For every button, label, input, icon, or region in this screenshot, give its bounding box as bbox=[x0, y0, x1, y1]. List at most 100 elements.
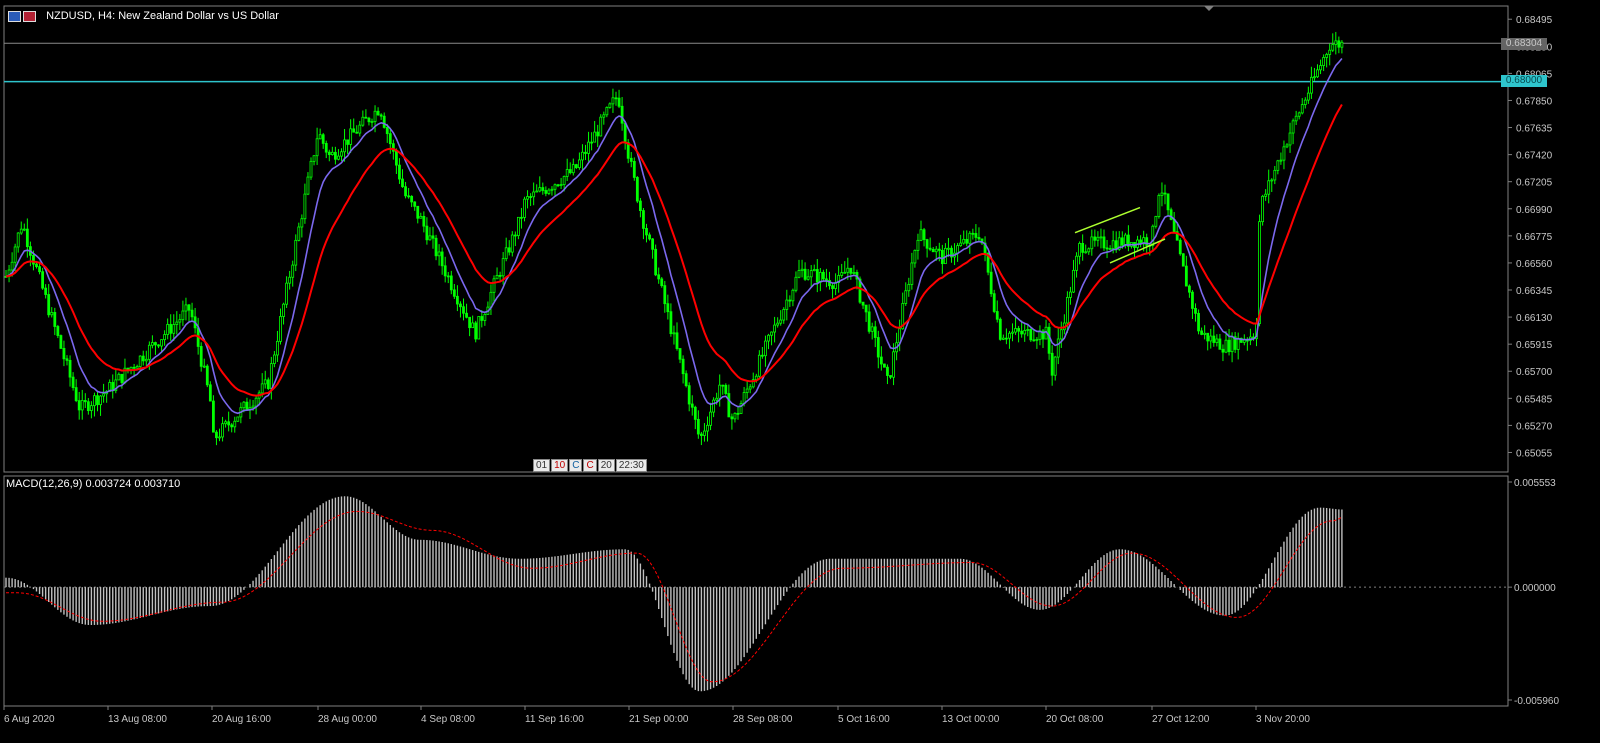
candle-body bbox=[730, 416, 734, 420]
candle-body bbox=[32, 254, 35, 265]
candle-body bbox=[321, 134, 325, 144]
toolbar-button-3[interactable]: C bbox=[569, 459, 583, 472]
candle-body bbox=[230, 424, 234, 428]
candle-body bbox=[1053, 356, 1057, 376]
candle-body bbox=[477, 316, 481, 340]
candle-body bbox=[617, 97, 621, 107]
candle-body bbox=[788, 299, 792, 302]
candle-body bbox=[776, 322, 780, 326]
candle-body bbox=[297, 226, 301, 241]
price-axis-label: 0.66560 bbox=[1516, 259, 1553, 270]
candle-body bbox=[962, 238, 966, 244]
candle-body bbox=[663, 285, 667, 305]
candle-body bbox=[700, 433, 703, 436]
candle-body bbox=[501, 258, 505, 277]
time-axis-label: 3 Nov 20:00 bbox=[1256, 714, 1310, 725]
candle-body bbox=[1273, 169, 1277, 181]
candle-body bbox=[568, 169, 572, 174]
level-price-tag[interactable]: 0.68000 bbox=[1501, 75, 1547, 87]
candle-body bbox=[1285, 144, 1289, 148]
candle-body bbox=[1005, 337, 1008, 340]
price-axis-label: 0.65700 bbox=[1516, 367, 1553, 378]
candle-body bbox=[1020, 330, 1024, 335]
candle-body bbox=[867, 311, 871, 332]
candle-body bbox=[16, 232, 20, 248]
candle-body bbox=[547, 189, 551, 194]
candle-body bbox=[132, 366, 136, 369]
candle-body bbox=[974, 233, 978, 238]
candle-body bbox=[971, 232, 975, 235]
chart-toolbar: 01 10 C C 20 22:30 bbox=[533, 459, 648, 472]
candle-body bbox=[215, 431, 218, 439]
price-axis-label: 0.67635 bbox=[1516, 124, 1553, 135]
candle-body bbox=[809, 270, 813, 278]
candle-body bbox=[166, 324, 170, 335]
candle-body bbox=[587, 141, 590, 154]
candle-body bbox=[883, 363, 886, 368]
candle-body bbox=[773, 324, 776, 333]
candle-body bbox=[446, 275, 450, 278]
toolbar-button-4[interactable]: C bbox=[583, 459, 597, 472]
candle-body bbox=[1096, 236, 1100, 241]
candle-body bbox=[163, 334, 167, 341]
toolbar-button-2[interactable]: 10 bbox=[551, 459, 569, 472]
candle-body bbox=[565, 169, 569, 177]
candle-body bbox=[388, 133, 392, 145]
toolbar-button-6[interactable]: 22:30 bbox=[615, 459, 647, 472]
candle-body bbox=[596, 131, 600, 137]
candle-body bbox=[419, 215, 423, 219]
candle-body bbox=[260, 383, 264, 394]
toolbar-button-1[interactable]: 01 bbox=[533, 459, 551, 472]
candle-body bbox=[245, 401, 249, 410]
candle-body bbox=[327, 151, 331, 156]
candle-body bbox=[1102, 236, 1106, 249]
candle-body bbox=[648, 234, 651, 240]
candle-body bbox=[681, 358, 685, 375]
candle-body bbox=[584, 151, 587, 154]
candle-body bbox=[608, 103, 612, 108]
candle-body bbox=[709, 411, 712, 426]
candle-body bbox=[1303, 99, 1307, 106]
toolbar-button-5[interactable]: 20 bbox=[597, 459, 615, 472]
price-axis-label: 0.65915 bbox=[1516, 340, 1553, 351]
candle-body bbox=[1099, 236, 1103, 239]
time-axis-label: 5 Oct 16:00 bbox=[838, 714, 890, 725]
candle-body bbox=[675, 332, 679, 349]
chart-canvas[interactable]: 0.684950.682800.680650.678500.676350.674… bbox=[0, 0, 1600, 743]
macd-axis-label: 0.000000 bbox=[1514, 583, 1556, 594]
candle-body bbox=[263, 379, 267, 385]
candle-body bbox=[1108, 248, 1112, 250]
candle-body bbox=[346, 139, 350, 145]
candle-body bbox=[1105, 247, 1109, 250]
candle-body bbox=[1023, 330, 1027, 335]
candle-body bbox=[398, 164, 401, 180]
candle-body bbox=[71, 376, 75, 388]
candle-body bbox=[916, 239, 920, 251]
candle-body bbox=[333, 151, 337, 160]
time-axis-label: 13 Oct 00:00 bbox=[942, 714, 1000, 725]
candle-body bbox=[1209, 335, 1213, 342]
candle-body bbox=[690, 403, 694, 408]
candle-body bbox=[1151, 225, 1155, 246]
candle-body bbox=[748, 386, 752, 390]
candle-body bbox=[47, 294, 51, 316]
candle-body bbox=[1206, 332, 1210, 342]
candle-body bbox=[370, 121, 374, 123]
candle-body bbox=[742, 392, 746, 405]
price-axis-label: 0.66345 bbox=[1516, 286, 1553, 297]
candle-body bbox=[1188, 285, 1191, 293]
candle-body bbox=[96, 395, 99, 406]
candle-body bbox=[288, 276, 292, 284]
candle-body bbox=[779, 319, 783, 324]
candle-body bbox=[526, 196, 529, 200]
candle-body bbox=[343, 139, 346, 153]
candle-body bbox=[1090, 236, 1094, 250]
candle-body bbox=[657, 274, 661, 280]
candle-body bbox=[1120, 237, 1124, 246]
price-axis-label: 0.65055 bbox=[1516, 448, 1553, 459]
candle-body bbox=[74, 387, 78, 402]
candle-body bbox=[684, 373, 688, 387]
candle-body bbox=[715, 397, 719, 401]
candle-body bbox=[727, 393, 731, 418]
candle-body bbox=[666, 303, 670, 313]
